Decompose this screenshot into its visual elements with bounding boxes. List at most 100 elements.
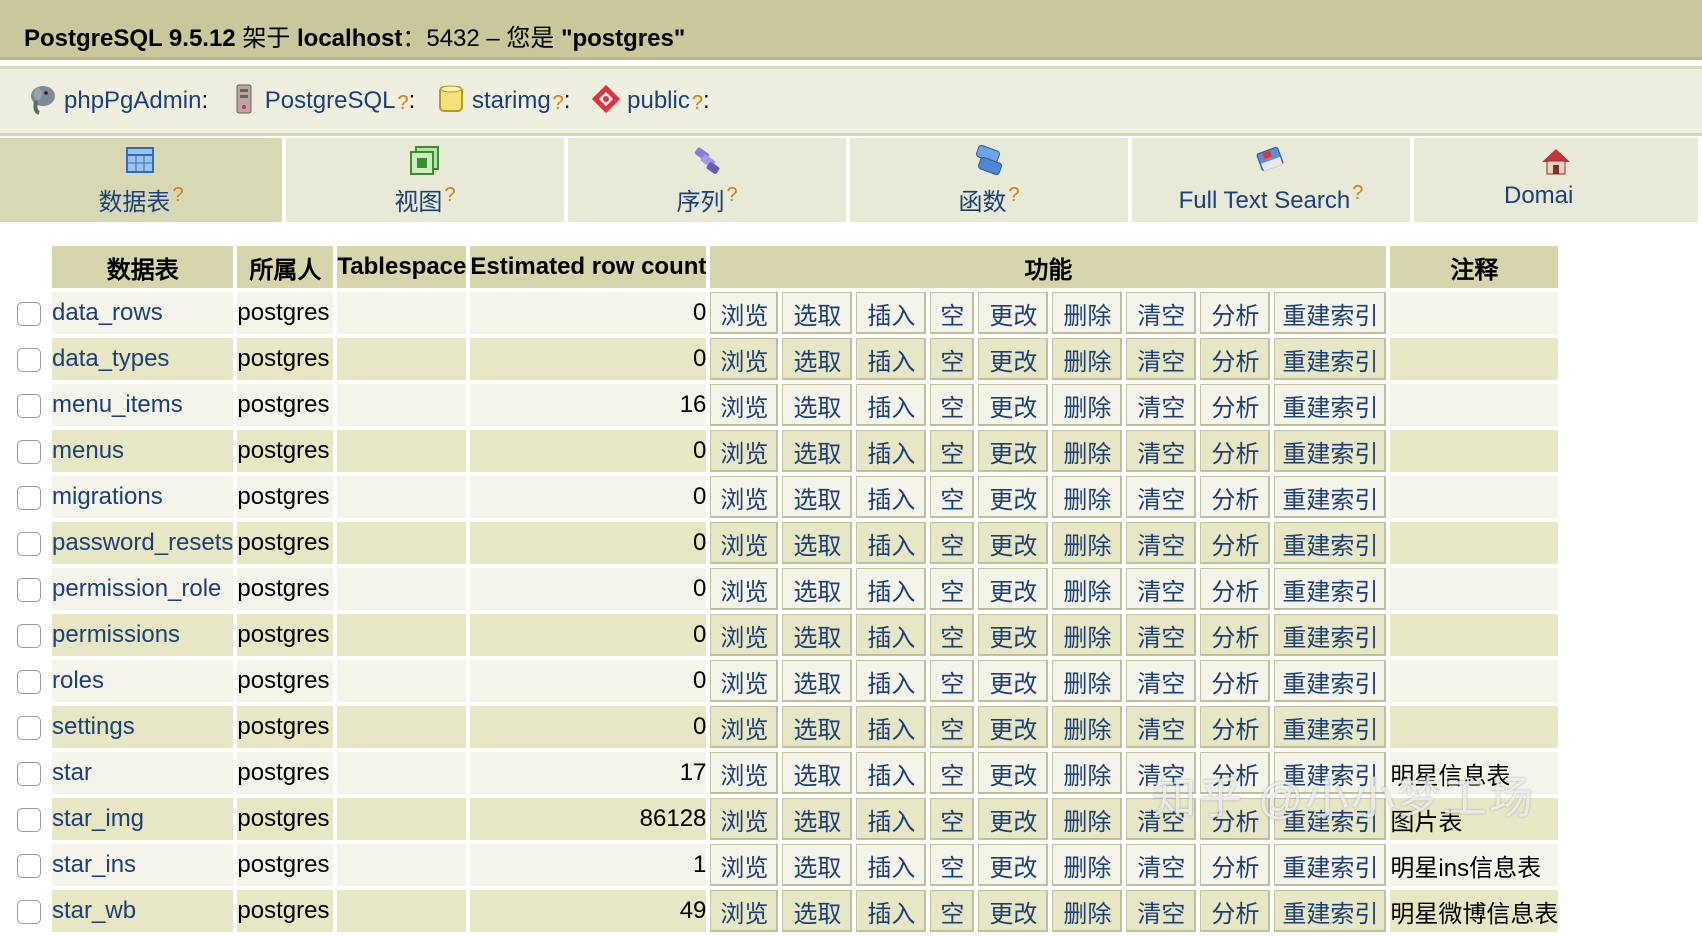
tab-sequences[interactable]: 序列? xyxy=(568,138,850,222)
row-checkbox[interactable] xyxy=(17,531,41,556)
help-icon[interactable]: ? xyxy=(726,184,737,206)
action-alter-button[interactable]: 更改 xyxy=(978,476,1049,518)
action-browse-button[interactable]: 浏览 xyxy=(710,476,779,518)
action-select-button[interactable]: 选取 xyxy=(782,430,853,472)
action-browse-button[interactable]: 浏览 xyxy=(710,798,779,840)
action-alter-button[interactable]: 更改 xyxy=(978,384,1049,426)
action-analyze-button[interactable]: 分析 xyxy=(1200,614,1271,656)
breadcrumb-phppgadmin[interactable]: phpPgAdmin: xyxy=(28,83,208,115)
action-analyze-button[interactable]: 分析 xyxy=(1200,430,1271,472)
row-checkbox[interactable] xyxy=(17,623,41,648)
action-analyze-button[interactable]: 分析 xyxy=(1200,476,1271,518)
table-name-link[interactable]: permissions xyxy=(52,614,234,656)
row-select[interactable] xyxy=(10,476,48,518)
row-select[interactable] xyxy=(10,292,48,334)
action-insert-button[interactable]: 插入 xyxy=(856,844,927,886)
table-name-link[interactable]: migrations xyxy=(52,476,234,518)
action-truncate-button[interactable]: 清空 xyxy=(1126,476,1197,518)
header-row-count[interactable]: Estimated row count xyxy=(470,246,707,288)
action-insert-button[interactable]: 插入 xyxy=(856,338,927,380)
action-truncate-button[interactable]: 清空 xyxy=(1126,430,1197,472)
tab-full-text-search[interactable]: Full Text Search? xyxy=(1132,138,1414,222)
action-alter-button[interactable]: 更改 xyxy=(978,798,1049,840)
breadcrumb-label[interactable]: starimg xyxy=(472,87,551,115)
action-empty-null-button[interactable]: 空 xyxy=(930,706,975,748)
action-insert-button[interactable]: 插入 xyxy=(856,798,927,840)
action-alter-button[interactable]: 更改 xyxy=(978,292,1049,334)
action-delete-button[interactable]: 删除 xyxy=(1052,844,1123,886)
action-analyze-button[interactable]: 分析 xyxy=(1200,706,1271,748)
action-truncate-button[interactable]: 清空 xyxy=(1126,844,1197,886)
row-checkbox[interactable] xyxy=(17,393,41,418)
table-name-link[interactable]: permission_role xyxy=(52,568,234,610)
action-empty-null-button[interactable]: 空 xyxy=(930,430,975,472)
table-name-link[interactable]: star_ins xyxy=(52,844,234,886)
action-analyze-button[interactable]: 分析 xyxy=(1200,338,1271,380)
action-truncate-button[interactable]: 清空 xyxy=(1126,384,1197,426)
action-analyze-button[interactable]: 分析 xyxy=(1200,844,1271,886)
action-delete-button[interactable]: 删除 xyxy=(1052,660,1123,702)
row-checkbox[interactable] xyxy=(17,807,41,832)
table-name-link[interactable]: settings xyxy=(52,706,234,748)
action-browse-button[interactable]: 浏览 xyxy=(710,568,779,610)
table-name-link[interactable]: roles xyxy=(52,660,234,702)
action-select-button[interactable]: 选取 xyxy=(782,798,853,840)
breadcrumb-label[interactable]: PostgreSQL xyxy=(265,87,396,115)
action-analyze-button[interactable]: 分析 xyxy=(1200,660,1271,702)
table-name-link[interactable]: data_rows xyxy=(52,292,234,334)
action-select-button[interactable]: 选取 xyxy=(782,752,853,794)
action-empty-null-button[interactable]: 空 xyxy=(930,568,975,610)
action-select-button[interactable]: 选取 xyxy=(782,890,853,932)
action-alter-button[interactable]: 更改 xyxy=(978,522,1049,564)
action-select-button[interactable]: 选取 xyxy=(782,706,853,748)
action-truncate-button[interactable]: 清空 xyxy=(1126,890,1197,932)
action-browse-button[interactable]: 浏览 xyxy=(710,844,779,886)
action-insert-button[interactable]: 插入 xyxy=(856,522,927,564)
action-browse-button[interactable]: 浏览 xyxy=(710,614,779,656)
action-browse-button[interactable]: 浏览 xyxy=(710,384,779,426)
action-reindex-button[interactable]: 重建索引 xyxy=(1274,660,1387,702)
action-alter-button[interactable]: 更改 xyxy=(978,568,1049,610)
action-empty-null-button[interactable]: 空 xyxy=(930,292,975,334)
action-delete-button[interactable]: 删除 xyxy=(1052,384,1123,426)
action-delete-button[interactable]: 删除 xyxy=(1052,890,1123,932)
action-browse-button[interactable]: 浏览 xyxy=(710,660,779,702)
action-empty-null-button[interactable]: 空 xyxy=(930,752,975,794)
breadcrumb-database[interactable]: starimg?: xyxy=(436,83,570,115)
action-empty-null-button[interactable]: 空 xyxy=(930,798,975,840)
action-select-button[interactable]: 选取 xyxy=(782,338,853,380)
row-select[interactable] xyxy=(10,706,48,748)
action-alter-button[interactable]: 更改 xyxy=(978,660,1049,702)
action-reindex-button[interactable]: 重建索引 xyxy=(1274,844,1387,886)
row-checkbox[interactable] xyxy=(17,301,41,326)
row-checkbox[interactable] xyxy=(17,577,41,602)
action-insert-button[interactable]: 插入 xyxy=(856,614,927,656)
row-checkbox[interactable] xyxy=(17,853,41,878)
action-reindex-button[interactable]: 重建索引 xyxy=(1274,614,1387,656)
action-select-button[interactable]: 选取 xyxy=(782,292,853,334)
action-insert-button[interactable]: 插入 xyxy=(856,430,927,472)
row-select[interactable] xyxy=(10,798,48,840)
action-delete-button[interactable]: 删除 xyxy=(1052,614,1123,656)
action-truncate-button[interactable]: 清空 xyxy=(1126,706,1197,748)
header-owner[interactable]: 所属人 xyxy=(237,246,334,288)
action-select-button[interactable]: 选取 xyxy=(782,660,853,702)
table-name-link[interactable]: data_types xyxy=(52,338,234,380)
tab-functions[interactable]: 函数? xyxy=(850,138,1132,222)
row-checkbox[interactable] xyxy=(17,485,41,510)
action-analyze-button[interactable]: 分析 xyxy=(1200,890,1271,932)
action-alter-button[interactable]: 更改 xyxy=(978,752,1049,794)
help-icon[interactable]: ? xyxy=(1008,184,1019,206)
action-empty-null-button[interactable]: 空 xyxy=(930,844,975,886)
action-select-button[interactable]: 选取 xyxy=(782,384,853,426)
action-delete-button[interactable]: 删除 xyxy=(1052,706,1123,748)
action-insert-button[interactable]: 插入 xyxy=(856,890,927,932)
action-insert-button[interactable]: 插入 xyxy=(856,568,927,610)
tab-domains[interactable]: Domai xyxy=(1414,138,1702,222)
action-select-button[interactable]: 选取 xyxy=(782,522,853,564)
action-empty-null-button[interactable]: 空 xyxy=(930,660,975,702)
help-icon[interactable]: ? xyxy=(398,92,409,115)
table-name-link[interactable]: menu_items xyxy=(52,384,234,426)
row-select[interactable] xyxy=(10,384,48,426)
action-alter-button[interactable]: 更改 xyxy=(978,614,1049,656)
